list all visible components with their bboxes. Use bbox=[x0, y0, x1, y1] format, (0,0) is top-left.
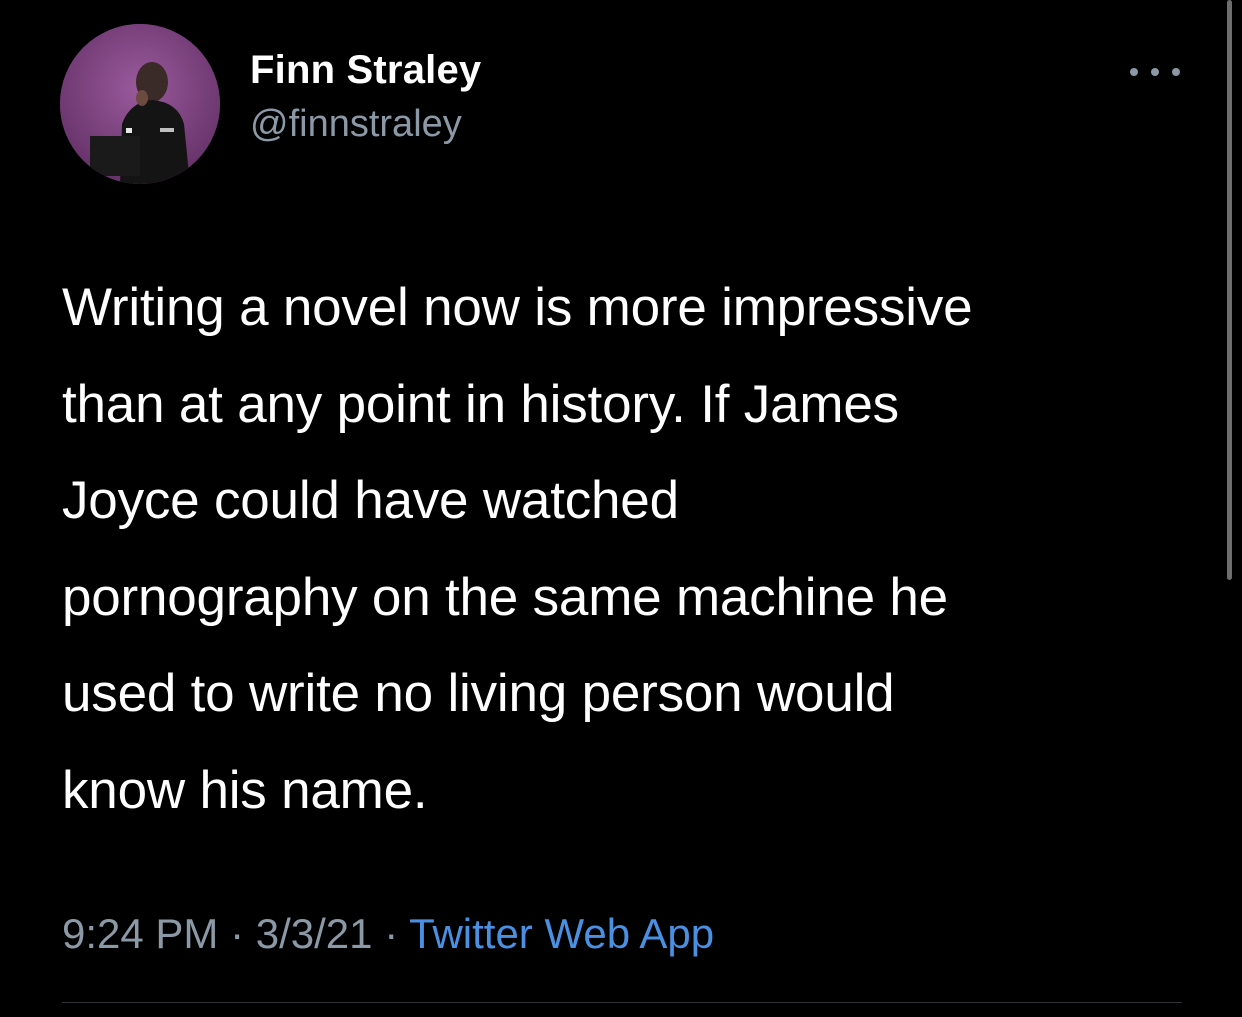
meta-separator: · bbox=[230, 910, 256, 957]
tweet-text-line: used to write no living person would bbox=[62, 664, 895, 723]
tweet-text-line: pornography on the same machine he bbox=[62, 567, 948, 627]
tweet-text-line: Joyce could have watched bbox=[62, 471, 679, 530]
source-app-link[interactable]: Twitter Web App bbox=[409, 910, 714, 957]
scrollbar[interactable] bbox=[1227, 0, 1232, 580]
tweet-date[interactable]: 3/3/21 bbox=[256, 910, 373, 957]
more-options-icon bbox=[1130, 68, 1138, 76]
tweet-text: Writing a novel now is more impressive t… bbox=[62, 260, 1202, 839]
avatar[interactable] bbox=[60, 24, 220, 184]
more-options-button[interactable] bbox=[1130, 60, 1180, 84]
display-name[interactable]: Finn Straley bbox=[250, 44, 481, 96]
more-options-icon-dot bbox=[1172, 68, 1180, 76]
author-block[interactable]: Finn Straley @finnstraley bbox=[250, 44, 481, 148]
tweet-text-line: Writing a novel now is more impressive bbox=[62, 278, 973, 337]
meta-separator: · bbox=[384, 910, 410, 957]
divider bbox=[62, 1002, 1182, 1003]
user-handle[interactable]: @finnstraley bbox=[250, 100, 481, 148]
more-options-icon-dot bbox=[1151, 68, 1159, 76]
profile-photo-icon bbox=[60, 24, 220, 184]
tweet-meta: 9:24 PM · 3/3/21 · Twitter Web App bbox=[62, 906, 714, 962]
tweet-card: Finn Straley @finnstraley Writing a nove… bbox=[0, 0, 1242, 1017]
tweet-text-line: know his name. bbox=[62, 760, 428, 820]
tweet-text-line: than at any point in history. If James bbox=[62, 374, 899, 434]
tweet-time[interactable]: 9:24 PM bbox=[62, 910, 218, 957]
